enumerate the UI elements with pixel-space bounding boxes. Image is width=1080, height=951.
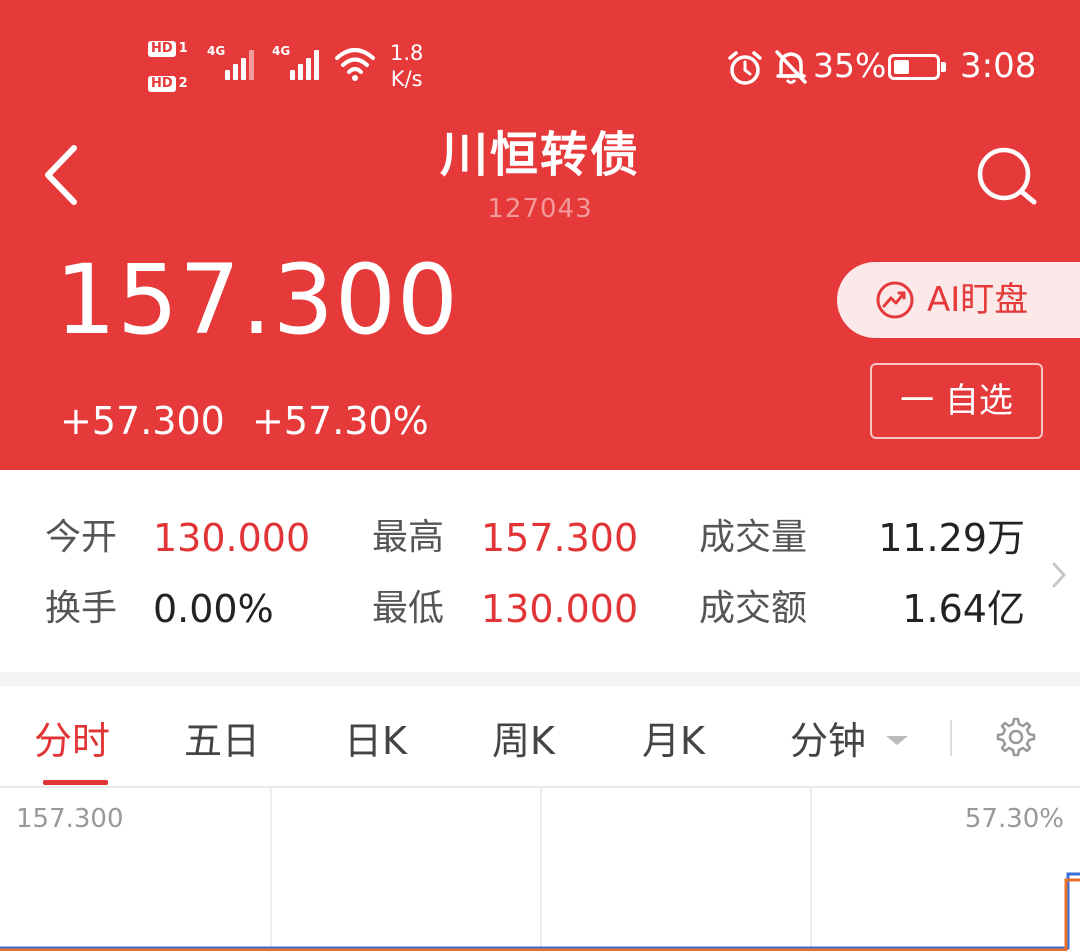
stock-stats-panel[interactable]: 今开 130.000 最高 157.300 成交量 11.29万 换手 0.00… <box>0 470 1080 675</box>
amount-value: 1.64亿 <box>902 587 1025 631</box>
amount-label: 成交额 <box>699 588 808 629</box>
dropdown-arrow-icon[interactable] <box>886 736 908 745</box>
status-time: 3:08 <box>960 46 1037 86</box>
price-line <box>0 878 1080 951</box>
alarm-icon <box>728 51 762 85</box>
signal-bars-1-icon <box>225 50 261 80</box>
hd-indicator-2: HD 2 <box>148 76 188 92</box>
active-tab-underline <box>43 780 108 785</box>
high-label: 最高 <box>372 517 445 558</box>
network-type-1: 4G <box>207 44 226 58</box>
price-line-plot <box>0 872 1080 951</box>
ai-monitor-button[interactable]: AI盯盘 <box>837 262 1080 338</box>
high-value: 157.300 <box>481 516 639 560</box>
network-speed: 1.8 K/s <box>390 41 424 91</box>
section-divider <box>0 672 1080 686</box>
turnover-label: 换手 <box>45 588 118 629</box>
stock-header: HD 1 HD 2 4G 4G 1.8 K/s 35% 3:08 川恒转债 12… <box>0 0 1080 470</box>
tab-daily-k[interactable]: 日K <box>344 716 407 766</box>
avg-price-line <box>0 872 1080 950</box>
tab-weekly-k[interactable]: 周K <box>492 716 555 766</box>
battery-icon <box>888 54 946 80</box>
settings-gear-icon[interactable] <box>995 716 1037 758</box>
volume-label: 成交量 <box>699 517 808 558</box>
tab-five-day[interactable]: 五日 <box>184 716 260 766</box>
wifi-icon <box>335 48 375 81</box>
tab-intraday[interactable]: 分时 <box>34 716 110 766</box>
battery-percent: 35% <box>813 46 887 85</box>
chart-period-tabs: 分时 五日 日K 周K 月K 分钟 <box>0 686 1080 786</box>
stock-name: 川恒转债 <box>439 127 640 183</box>
turnover-value: 0.00% <box>153 587 274 631</box>
stock-code: 127043 <box>487 194 593 224</box>
price-change: +57.300 <box>60 399 225 443</box>
search-icon[interactable] <box>972 144 1042 208</box>
intraday-chart[interactable]: 157.300 57.30% <box>0 786 1080 951</box>
tab-divider <box>950 720 952 756</box>
tab-monthly-k[interactable]: 月K <box>642 716 705 766</box>
low-label: 最低 <box>372 588 445 629</box>
ai-chart-icon <box>876 281 914 319</box>
hd-indicator-1: HD 1 <box>148 41 188 57</box>
volume-value: 11.29万 <box>878 516 1025 560</box>
open-label: 今开 <box>45 517 118 558</box>
price-change-percent: +57.30% <box>252 399 429 443</box>
current-price: 157.300 <box>55 244 459 356</box>
open-value: 130.000 <box>153 516 311 560</box>
chevron-right-icon[interactable] <box>1050 560 1068 590</box>
remove-watchlist-button[interactable]: 一 自选 <box>870 363 1043 439</box>
network-type-2: 4G <box>272 44 291 58</box>
silent-bell-icon <box>775 50 807 84</box>
status-bar: HD 1 HD 2 4G 4G 1.8 K/s 35% 3:08 <box>0 0 1080 110</box>
ai-monitor-label: AI盯盘 <box>927 280 1029 320</box>
low-value: 130.000 <box>481 587 639 631</box>
signal-bars-2-icon <box>290 50 326 80</box>
tab-minute[interactable]: 分钟 <box>790 716 866 766</box>
